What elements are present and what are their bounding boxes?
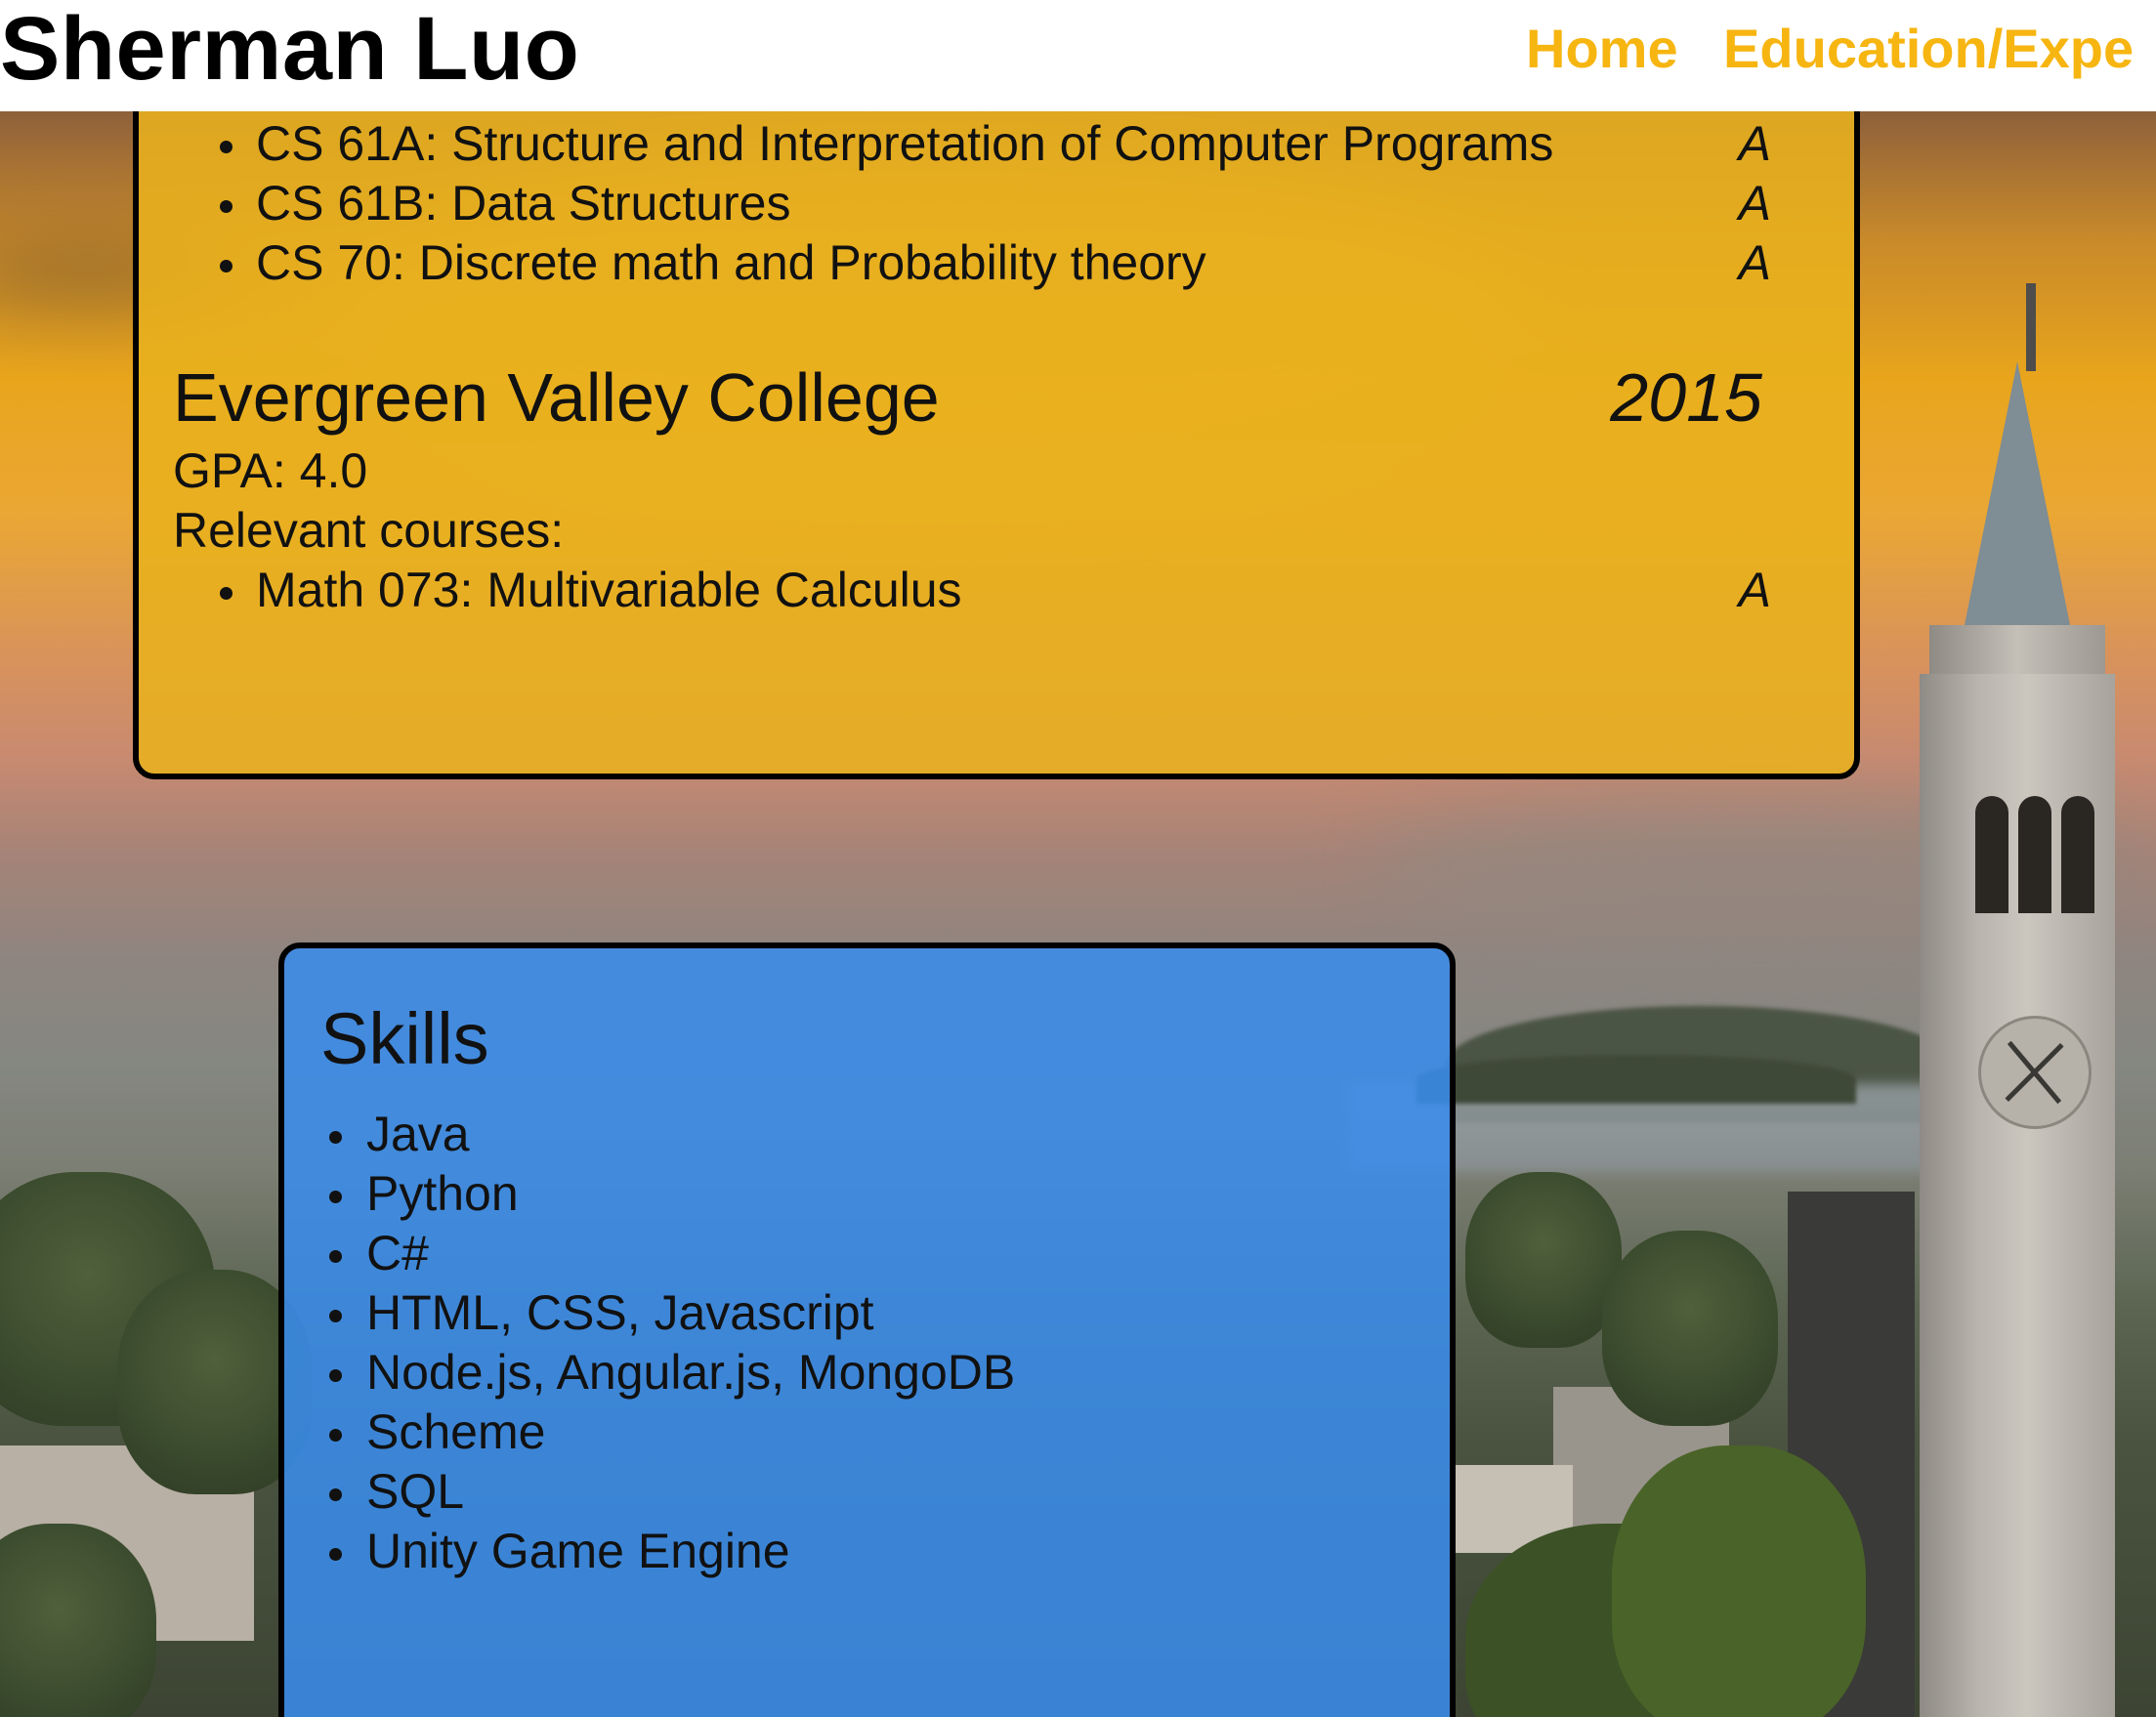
course-name: Math 073: Multivariable Calculus [256,563,962,617]
list-item: CS 61B: Data Structures A [139,174,1854,233]
school-name: Evergreen Valley College [173,359,940,436]
evc-course-list: Math 073: Multivariable Calculus A [139,561,1854,620]
berkeley-course-list: CS 61A: Structure and Interpretation of … [139,114,1854,293]
course-name: CS 61A: Structure and Interpretation of … [256,116,1554,171]
bullet-icon [220,200,233,213]
course-name: CS 70: Discrete math and Probability the… [256,235,1206,290]
skill-label: SQL [366,1464,465,1519]
course-name: CS 61B: Data Structures [256,176,791,230]
school-heading: Evergreen Valley College 2015 [173,357,1762,438]
education-panel: CS 61A: Structure and Interpretation of … [133,39,1860,779]
bullet-icon [329,1369,342,1382]
nav-link-home[interactable]: Home [1526,14,1678,84]
bullet-icon [329,1250,342,1263]
site-header: Sherman Luo Home Education/Expe [0,0,2156,111]
skill-label: C# [366,1226,429,1280]
tower-finial [2026,283,2036,371]
list-item: Math 073: Multivariable Calculus A [139,561,1854,620]
clock-face [1978,1016,2092,1129]
site-title: Sherman Luo [0,0,580,99]
course-grade: A [1738,176,1771,230]
skill-label: Unity Game Engine [366,1524,790,1578]
list-item: CS 70: Discrete math and Probability the… [139,233,1854,293]
skills-title: Skills [320,998,489,1079]
belfry-window [2018,796,2051,913]
belfry-window [1975,796,2008,913]
island [1416,1055,1856,1104]
bullet-icon [220,260,233,272]
bullet-icon [329,1429,342,1442]
skill-label: Java [366,1107,470,1161]
tower-spire [1964,361,2071,630]
school-gpa: GPA: 4.0 [173,443,368,498]
bullet-icon [220,587,233,600]
course-grade: A [1738,116,1771,171]
bullet-icon [220,141,233,153]
skill-label: HTML, CSS, Javascript [366,1285,874,1340]
tree [1612,1445,1866,1717]
bullet-icon [329,1191,342,1203]
relevant-courses-label: Relevant courses: [173,503,565,558]
belfry-window [2061,796,2094,913]
list-item: CS 61A: Structure and Interpretation of … [139,114,1854,174]
main-nav: Home Education/Expe [1526,14,2156,84]
school-year: 2015 [1610,359,1762,436]
skill-label: Python [366,1166,519,1221]
bullet-icon [329,1488,342,1501]
bullet-icon [329,1131,342,1144]
tree [1602,1231,1778,1426]
skill-label: Node.js, Angular.js, MongoDB [366,1345,1016,1400]
tree [1465,1172,1622,1348]
nav-link-education-experience[interactable]: Education/Expe [1723,14,2134,84]
bullet-icon [329,1310,342,1322]
skill-label: Scheme [366,1404,546,1459]
skills-panel: Skills Java Python C# HTML, CSS, Javascr… [278,942,1456,1717]
bullet-icon [329,1548,342,1561]
course-grade: A [1738,235,1771,290]
course-grade: A [1738,563,1771,617]
